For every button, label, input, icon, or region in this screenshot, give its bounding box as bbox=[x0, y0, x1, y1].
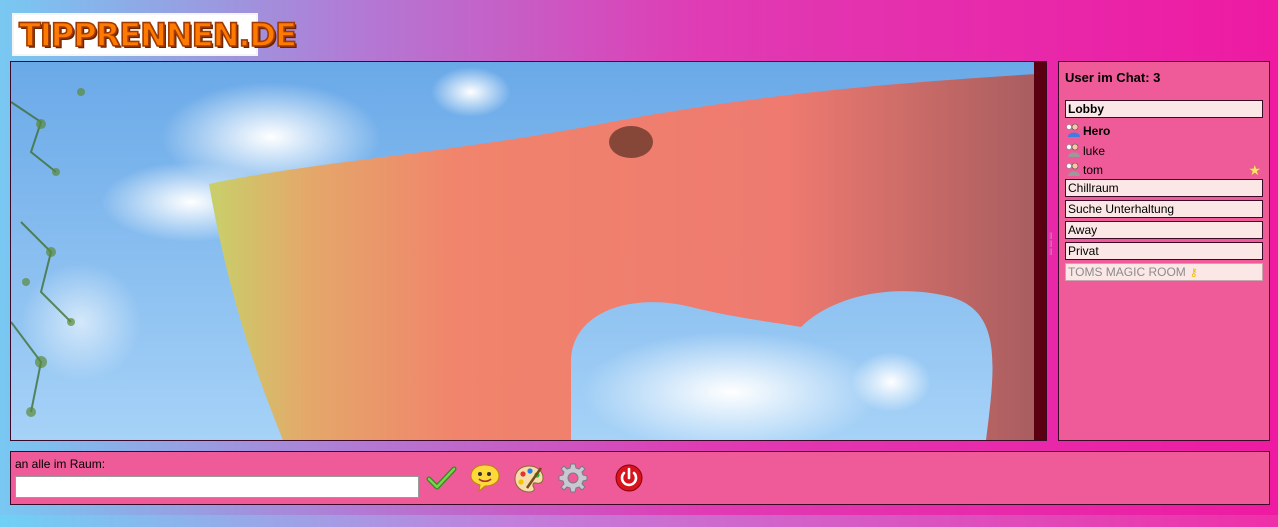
user-luke[interactable]: luke bbox=[1065, 143, 1263, 159]
room-suche-unterhaltung[interactable]: Suche Unterhaltung bbox=[1065, 200, 1263, 218]
chat-stage bbox=[10, 61, 1047, 441]
user-hero[interactable]: Hero bbox=[1065, 123, 1263, 139]
recipient-label: an alle im Raum: bbox=[15, 457, 106, 471]
gear-icon[interactable] bbox=[557, 462, 589, 494]
stage-scrollbar[interactable] bbox=[1034, 62, 1046, 440]
palette-icon[interactable] bbox=[513, 462, 545, 494]
background-photo bbox=[11, 62, 1046, 440]
room-privat[interactable]: Privat bbox=[1065, 242, 1263, 260]
user-name: Hero bbox=[1083, 124, 1111, 138]
room-chillraum[interactable]: Chillraum bbox=[1065, 179, 1263, 197]
room-label: Away bbox=[1068, 223, 1098, 237]
room-away[interactable]: Away bbox=[1065, 221, 1263, 239]
room-label: Chillraum bbox=[1068, 181, 1119, 195]
bottom-strip bbox=[0, 515, 1278, 527]
message-bar: an alle im Raum: bbox=[10, 451, 1270, 505]
user-icon bbox=[1066, 143, 1080, 157]
logo-text: TIPPRENNEN.DE bbox=[18, 15, 298, 54]
user-count-title: User im Chat: 3 bbox=[1065, 70, 1161, 85]
room-label: TOMS MAGIC ROOM bbox=[1068, 265, 1186, 279]
site-logo[interactable]: TIPPRENNEN.DE bbox=[12, 13, 298, 56]
room-toms-magic-room[interactable]: TOMS MAGIC ROOM ⚷ bbox=[1065, 263, 1263, 281]
room-label: Lobby bbox=[1068, 102, 1104, 116]
smiley-icon[interactable] bbox=[469, 462, 501, 494]
room-label: Privat bbox=[1068, 244, 1099, 258]
room-label: Suche Unterhaltung bbox=[1068, 202, 1175, 216]
user-icon bbox=[1066, 123, 1080, 137]
user-tom[interactable]: tom ★ bbox=[1065, 162, 1263, 178]
resize-handle[interactable]: ‖ ‖ ‖ bbox=[1049, 232, 1054, 264]
message-input[interactable] bbox=[15, 476, 419, 498]
star-icon: ★ bbox=[1248, 162, 1261, 178]
user-icon bbox=[1066, 162, 1080, 176]
key-icon: ⚷ bbox=[1189, 267, 1198, 279]
user-sidebar: User im Chat: 3 Lobby Hero luke tom ★ Ch… bbox=[1058, 61, 1270, 441]
check-icon[interactable] bbox=[425, 462, 457, 494]
power-icon[interactable] bbox=[613, 462, 645, 494]
room-lobby[interactable]: Lobby bbox=[1065, 100, 1263, 118]
user-name: luke bbox=[1083, 144, 1106, 158]
user-name: tom bbox=[1083, 163, 1104, 177]
